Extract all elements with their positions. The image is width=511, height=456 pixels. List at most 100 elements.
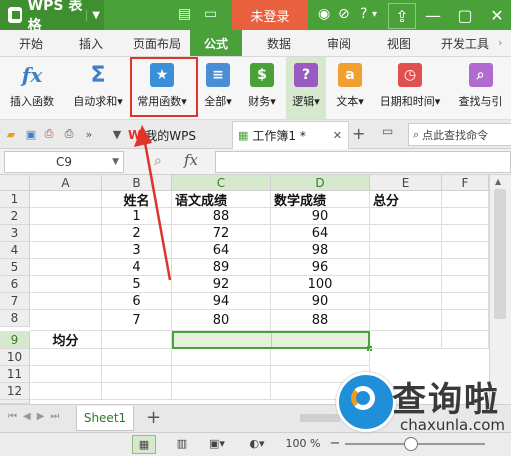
cell[interactable]: 6 <box>102 293 172 310</box>
cell[interactable] <box>442 225 489 242</box>
zoom-out-icon[interactable]: − <box>328 435 342 452</box>
cell[interactable] <box>442 242 489 259</box>
cell-d1[interactable]: 数学成绩 <box>271 191 370 209</box>
cell[interactable] <box>30 383 102 400</box>
reading-mode-icon[interactable]: ◐▾ <box>244 435 270 452</box>
cell[interactable] <box>442 276 489 293</box>
tab-workbook[interactable]: ▦ 工作簿1 * ✕ <box>232 121 349 149</box>
cell[interactable]: 88 <box>271 310 370 331</box>
cell[interactable]: 98 <box>271 242 370 259</box>
save-icon[interactable]: ▣ <box>24 127 38 141</box>
row-header[interactable]: 9 <box>0 331 30 349</box>
cell-a1[interactable] <box>30 191 102 208</box>
open-folder-icon[interactable]: ▰ <box>4 127 18 141</box>
cell[interactable] <box>102 331 172 349</box>
page-layout-icon[interactable]: ▥ <box>172 435 192 452</box>
help-icon[interactable]: ? <box>360 6 367 22</box>
cell[interactable]: 96 <box>271 259 370 276</box>
row-header[interactable]: 11 <box>0 366 30 383</box>
cell[interactable] <box>442 310 489 331</box>
col-header-a[interactable]: A <box>30 175 102 191</box>
maximize-icon[interactable]: ▢ <box>452 3 478 27</box>
sheet-tab-sheet1[interactable]: Sheet1 <box>76 406 134 431</box>
cell[interactable] <box>102 349 172 366</box>
normal-view-icon[interactable]: ▦ <box>132 435 156 454</box>
tab-formula[interactable]: 公式 <box>190 30 242 56</box>
cell[interactable] <box>370 293 442 310</box>
row-header[interactable]: 10 <box>0 349 30 366</box>
share-icon[interactable]: ⊘ <box>338 6 350 22</box>
tab-view[interactable]: 视图 <box>374 30 424 56</box>
print-pdf-icon[interactable]: ⎙ <box>42 127 56 141</box>
row-header[interactable]: 5 <box>0 259 30 276</box>
horizontal-scrollbar[interactable] <box>300 414 340 422</box>
autosum-button[interactable]: Σ 自动求和▾ <box>66 57 130 119</box>
cell-f1[interactable] <box>442 191 489 208</box>
cell[interactable] <box>442 259 489 276</box>
print-icon[interactable]: ⎙ <box>62 127 76 141</box>
login-button[interactable]: 未登录 <box>232 0 308 30</box>
chevron-down-icon[interactable]: ▾ <box>372 9 377 20</box>
more-icon[interactable]: » <box>82 127 96 141</box>
sheet-nav-arrows[interactable]: ⏮◀▶⏭ <box>8 411 65 422</box>
wps-app-menu-button[interactable]: WPS 表格 ▼ <box>0 0 104 34</box>
cell[interactable] <box>30 208 102 225</box>
col-header-f[interactable]: F <box>442 175 489 191</box>
add-sheet-icon[interactable]: + <box>146 407 161 428</box>
cell[interactable] <box>370 310 442 331</box>
cell[interactable] <box>370 225 442 242</box>
cell[interactable]: 94 <box>172 293 271 310</box>
cell[interactable]: 90 <box>271 208 370 225</box>
row-header[interactable]: 1 <box>0 191 30 208</box>
cell[interactable]: 90 <box>271 293 370 310</box>
restore-ribbon-icon[interactable]: ⇪ <box>388 3 416 29</box>
cell[interactable] <box>30 293 102 310</box>
zoom-slider-knob[interactable] <box>404 437 418 451</box>
cell[interactable]: 64 <box>271 225 370 242</box>
tab-page-layout[interactable]: 页面布局 <box>124 30 190 56</box>
datetime-button[interactable]: ◷ 日期和时间▾ <box>374 57 446 119</box>
command-search-input[interactable]: ⌕ 点此查找命令 <box>408 123 511 146</box>
zoom-level[interactable]: 100 % <box>280 435 326 452</box>
scroll-up-icon[interactable]: ▲ <box>495 177 501 186</box>
cell-a9-average-label[interactable]: 均分 <box>30 331 102 349</box>
tab-insert[interactable]: 插入 <box>66 30 116 56</box>
cell[interactable]: 80 <box>172 310 271 331</box>
new-tab-icon[interactable]: + <box>352 124 365 143</box>
all-functions-button[interactable]: ≡ 全部▾ <box>198 57 238 119</box>
skin-icon[interactable]: ◉ <box>318 6 330 22</box>
cell[interactable] <box>30 349 102 366</box>
tab-list-icon[interactable]: ▭ <box>382 124 393 138</box>
cell[interactable] <box>172 383 271 400</box>
cell[interactable] <box>30 276 102 293</box>
cell[interactable] <box>271 349 370 366</box>
cell[interactable] <box>30 242 102 259</box>
cell[interactable]: 7 <box>102 310 172 331</box>
lookup-reference-button[interactable]: ⌕ 查找与引 <box>450 57 511 119</box>
page-break-icon[interactable]: ▣▾ <box>204 435 230 452</box>
finance-button[interactable]: $ 财务▾ <box>242 57 282 119</box>
cell[interactable] <box>102 383 172 400</box>
tab-review[interactable]: 审阅 <box>314 30 364 56</box>
close-icon[interactable]: ✕ <box>484 3 510 27</box>
row-header[interactable]: 12 <box>0 383 30 400</box>
scroll-right-icon[interactable]: › <box>498 36 511 50</box>
row-header[interactable]: 6 <box>0 276 30 293</box>
cell[interactable] <box>172 349 271 366</box>
cell[interactable] <box>370 276 442 293</box>
close-tab-icon[interactable]: ✕ <box>333 129 342 142</box>
vertical-scrollbar[interactable]: ▲ <box>489 175 511 404</box>
cell[interactable] <box>30 225 102 242</box>
tab-data[interactable]: 数据 <box>254 30 304 56</box>
insert-function-button[interactable]: fx 插入函数 <box>4 57 60 119</box>
row-header[interactable]: 2 <box>0 208 30 225</box>
row-header[interactable]: 3 <box>0 225 30 242</box>
cell[interactable] <box>370 208 442 225</box>
cell[interactable] <box>370 242 442 259</box>
logic-button[interactable]: ? 逻辑▾ <box>286 57 326 119</box>
cell[interactable] <box>442 208 489 225</box>
minimize-icon[interactable]: — <box>420 3 446 27</box>
cell[interactable] <box>30 259 102 276</box>
cell[interactable] <box>30 366 102 383</box>
row-header[interactable]: 7 <box>0 293 30 310</box>
